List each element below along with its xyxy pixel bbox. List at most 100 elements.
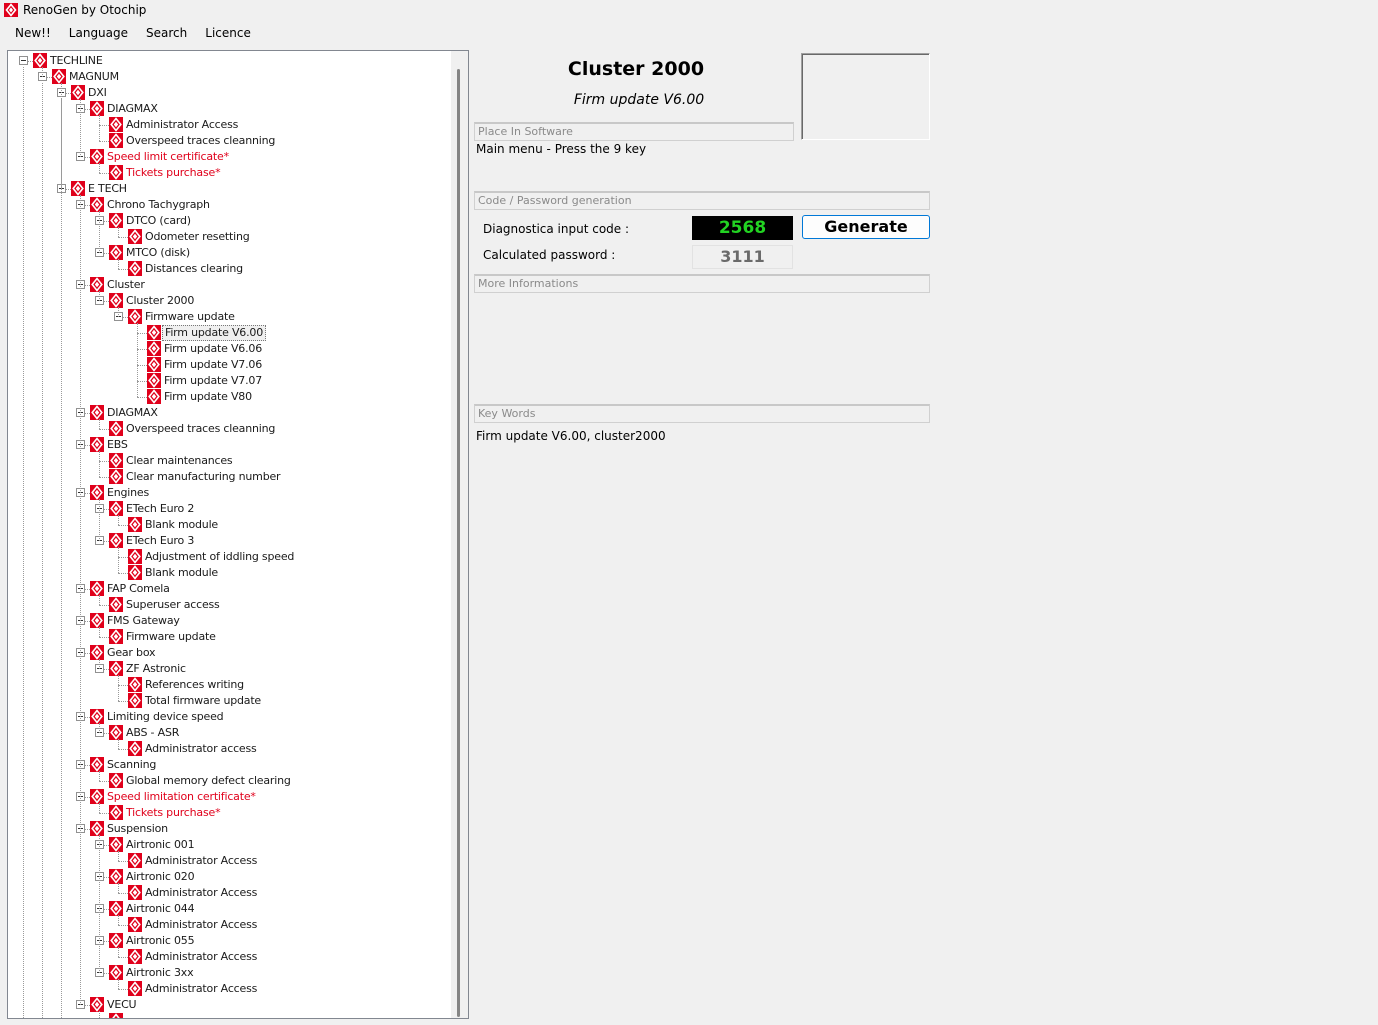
tree-collapse-icon[interactable]	[19, 56, 28, 65]
tree-node[interactable]: Clear maintenances	[8, 453, 448, 469]
tree-node[interactable]: Suspension	[8, 821, 448, 837]
tree-guide-line	[23, 67, 24, 1018]
tree-node[interactable]: Blank module	[8, 517, 448, 533]
tree-node-label: DIAGMAX	[107, 406, 158, 419]
tree-guide-line	[118, 259, 119, 269]
tree-node[interactable]: Tickets purchase*	[8, 165, 448, 181]
tree-node[interactable]: Adjustment of iddling speed	[8, 549, 448, 565]
tree-guide-line	[118, 851, 119, 861]
tree-node[interactable]: Administrator Access	[8, 917, 448, 933]
renault-logo-icon	[128, 677, 142, 692]
tree-node[interactable]: VECU	[8, 997, 448, 1013]
tree-node[interactable]: Gear box	[8, 645, 448, 661]
tree-node[interactable]: Blank module	[8, 565, 448, 581]
tree-node[interactable]: DIAGMAX	[8, 101, 448, 117]
tree-node[interactable]: Administrator Access	[8, 981, 448, 997]
tree-node-label: Distances clearing	[145, 262, 243, 275]
tree-node[interactable]: Superuser access	[8, 597, 448, 613]
renault-logo-icon	[128, 885, 142, 900]
tree-node[interactable]: Airtronic 3xx	[8, 965, 448, 981]
scrollbar-thumb[interactable]	[457, 69, 460, 1017]
tree-node-label: Firm update V7.06	[164, 358, 262, 371]
tree-scrollbar[interactable]	[451, 51, 468, 1018]
input-code-field[interactable]: 2568	[692, 216, 793, 240]
tree-node[interactable]: Scanning	[8, 757, 448, 773]
generate-button[interactable]: Generate	[802, 215, 930, 239]
tree-node[interactable]: ABS - ASR	[8, 725, 448, 741]
tree-node[interactable]: Administrator Access	[8, 949, 448, 965]
tree-node[interactable]: MTCO (disk)	[8, 245, 448, 261]
tree-node[interactable]: Overspeed traces cleanning	[8, 133, 448, 149]
tree-node-label: Suspension	[107, 822, 168, 835]
tree-node[interactable]: Speed limitation certificate*	[8, 789, 448, 805]
tree-node[interactable]: Odometer resetting	[8, 229, 448, 245]
tree-node[interactable]: Firm update V80	[8, 389, 448, 405]
tree-node-label: ABS - ASR	[126, 726, 180, 739]
tree-node[interactable]: Firmware update	[8, 629, 448, 645]
tree-node[interactable]: Distances clearing	[8, 261, 448, 277]
tree-node[interactable]: Firm update V7.06	[8, 357, 448, 373]
menu-language[interactable]: Language	[60, 22, 137, 44]
tree-node[interactable]: Engines	[8, 485, 448, 501]
tree-guide-line	[99, 627, 100, 637]
tree-node[interactable]: Chrono Tachygraph	[8, 197, 448, 213]
renault-logo-icon	[90, 757, 104, 772]
tree-node[interactable]: Total firmware update	[8, 693, 448, 709]
tree-node[interactable]: Administrator Access	[8, 117, 448, 133]
tree-node[interactable]: Tickets purchase*	[8, 805, 448, 821]
tree-node[interactable]: Limiting device speed	[8, 709, 448, 725]
tree-node-label: Tickets purchase*	[126, 166, 221, 179]
tree-node[interactable]: Firmware update	[8, 309, 448, 325]
tree-node-label: Administrator access	[145, 742, 257, 755]
tree-node[interactable]: DTCO (card)	[8, 213, 448, 229]
tree-node-label: VECU	[107, 998, 137, 1011]
menu-licence[interactable]: Licence	[196, 22, 260, 44]
tree-node[interactable]: EBS	[8, 437, 448, 453]
tree-node-label: Administrator Access	[126, 118, 239, 131]
tree-node[interactable]: Administrator Access	[8, 853, 448, 869]
menu-search[interactable]: Search	[137, 22, 196, 44]
tree-node[interactable]: Global memory defect clearing	[8, 773, 448, 789]
tree-node[interactable]: E TECH	[8, 181, 448, 197]
tree-node[interactable]: ETech Euro 3	[8, 533, 448, 549]
tree-guide-line	[137, 323, 138, 397]
tree-node[interactable]: ZF Astronic	[8, 661, 448, 677]
tree-node[interactable]: Airtronic 001	[8, 837, 448, 853]
tree-node-label: Firm update V7.07	[164, 374, 262, 387]
tree-node[interactable]: FAP Comela	[8, 581, 448, 597]
tree-node[interactable]: Firm update V7.07	[8, 373, 448, 389]
tree-node[interactable]: Firm update V6.00	[8, 325, 448, 341]
tree-node[interactable]	[8, 1013, 448, 1018]
tree-guide-line	[80, 99, 81, 157]
tree-node-label: Airtronic 055	[126, 934, 195, 947]
tree-node[interactable]: MAGNUM	[8, 69, 448, 85]
tree-node[interactable]: Administrator Access	[8, 885, 448, 901]
tree-node[interactable]: Overspeed traces cleanning	[8, 421, 448, 437]
preview-image-box	[801, 53, 930, 140]
tree-node[interactable]: TECHLINE	[8, 53, 448, 69]
tree-node[interactable]: Airtronic 020	[8, 869, 448, 885]
tree-node[interactable]: Cluster	[8, 277, 448, 293]
tree-node[interactable]: ETech Euro 2	[8, 501, 448, 517]
tree-node[interactable]: DIAGMAX	[8, 405, 448, 421]
tree-node-label: Odometer resetting	[145, 230, 250, 243]
renault-logo-icon	[90, 997, 104, 1012]
tree-node[interactable]: Speed limit certificate*	[8, 149, 448, 165]
title-bar: RenoGen by Otochip	[0, 0, 1378, 20]
tree-node[interactable]: Firm update V6.06	[8, 341, 448, 357]
tree-node[interactable]: Clear manufacturing number	[8, 469, 448, 485]
menu-new[interactable]: New!!	[0, 22, 60, 44]
tree-node[interactable]: Cluster 2000	[8, 293, 448, 309]
tree-guide-line	[118, 739, 119, 749]
password-label: Calculated password :	[483, 248, 616, 262]
tree-view[interactable]: TECHLINE MAGNUM DXI DIAGMAX Administrator Ac…	[7, 50, 469, 1019]
tree-guide-line	[99, 211, 100, 253]
tree-node[interactable]: FMS Gateway	[8, 613, 448, 629]
tree-node[interactable]: Airtronic 055	[8, 933, 448, 949]
tree-node[interactable]: DXI	[8, 85, 448, 101]
tree-node-label: Airtronic 001	[126, 838, 195, 851]
tree-node[interactable]: Administrator access	[8, 741, 448, 757]
tree-node[interactable]: Airtronic 044	[8, 901, 448, 917]
tree-node-label: MTCO (disk)	[126, 246, 190, 259]
tree-node[interactable]: References writing	[8, 677, 448, 693]
